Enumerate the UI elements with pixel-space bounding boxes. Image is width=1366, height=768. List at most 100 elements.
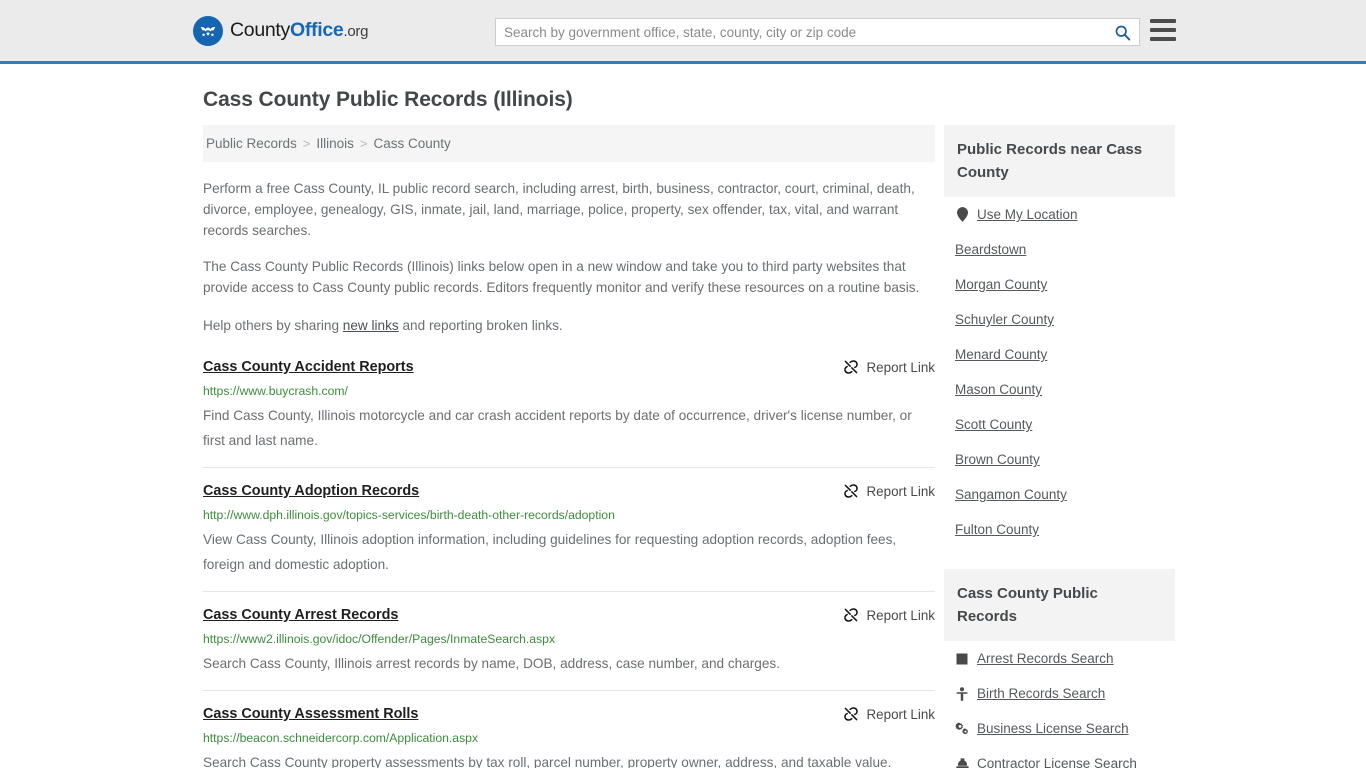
broken-link-icon (843, 707, 858, 721)
record-header: Cass County Assessment Rolls Report Link (203, 705, 935, 723)
eagle-shield-logo-icon (193, 15, 223, 46)
sidebar-link-sangamon-county[interactable]: Sangamon County (955, 487, 1067, 502)
logo-wordmark: CountyOffice.org (230, 19, 368, 42)
hamburger-bar (1150, 28, 1176, 32)
site-logo[interactable]: CountyOffice.org (193, 15, 368, 46)
help-suffix-text: and reporting broken links. (398, 318, 563, 333)
sidebar-item-contractor-license-search[interactable]: Contractor License Search (944, 746, 1175, 768)
record-item: Cass County Arrest Records Report Link h… (203, 591, 935, 690)
sidebar-item-arrest-records-search[interactable]: Arrest Records Search (944, 641, 1175, 676)
sidebar-item-fulton-county[interactable]: Fulton County (944, 512, 1175, 547)
record-header: Cass County Adoption Records Report Link (203, 482, 935, 500)
sidebar-item-morgan-county[interactable]: Morgan County (944, 267, 1175, 302)
sidebar-item-business-license-search[interactable]: Business License Search (944, 711, 1175, 746)
sidebar-item-beardstown[interactable]: Beardstown (944, 232, 1175, 267)
sidebar-county-records-section: Cass County Public Records Arrest Record… (944, 569, 1175, 768)
new-links-link[interactable]: new links (343, 318, 399, 333)
sidebar-link-brown-county[interactable]: Brown County (955, 452, 1040, 467)
sidebar-link-business-license-search[interactable]: Business License Search (977, 721, 1129, 736)
search-bar[interactable] (495, 18, 1140, 46)
record-description: View Cass County, Illinois adoption info… (203, 532, 897, 572)
record-item: Cass County Assessment Rolls Report Link… (203, 690, 935, 768)
broken-link-icon (843, 484, 858, 498)
record-header: Cass County Arrest Records Report Link (203, 606, 935, 624)
report-link-label: Report Link (866, 359, 935, 375)
sidebar-item-birth-records-search[interactable]: Birth Records Search (944, 676, 1175, 711)
help-share-line: Help others by sharing new links and rep… (203, 315, 935, 336)
report-link-button[interactable]: Report Link (843, 483, 935, 499)
sidebar-link-beardstown[interactable]: Beardstown (955, 242, 1026, 257)
sidebar-link-scott-county[interactable]: Scott County (955, 417, 1032, 432)
page-body: Cass County Public Records (Illinois) Pu… (0, 88, 1366, 768)
page-title: Cass County Public Records (Illinois) (203, 88, 573, 111)
sidebar-item-use-my-location[interactable]: Use My Location (944, 197, 1175, 232)
record-description: Search Cass County, Illinois arrest reco… (203, 656, 780, 671)
sidebar-link-fulton-county[interactable]: Fulton County (955, 522, 1039, 537)
sidebar-link-mason-county[interactable]: Mason County (955, 382, 1042, 397)
report-link-label: Report Link (866, 607, 935, 623)
sidebar-nearby-list: Use My Location Beardstown Morgan County… (944, 197, 1175, 547)
breadcrumb-item-cass-county[interactable]: Cass County (374, 136, 451, 151)
report-link-button[interactable]: Report Link (843, 607, 935, 623)
record-url-link[interactable]: https://www2.illinois.gov/idoc/Offender/… (203, 632, 935, 647)
broken-link-icon (843, 360, 858, 374)
map-pin-icon (955, 207, 969, 222)
record-description: Find Cass County, Illinois motorcycle an… (203, 408, 912, 448)
breadcrumb-separator: > (359, 136, 368, 151)
record-item: Cass County Adoption Records Report Link… (203, 467, 935, 591)
record-url-link[interactable]: https://www.buycrash.com/ (203, 384, 935, 399)
record-title-link[interactable]: Cass County Assessment Rolls (203, 705, 418, 723)
sidebar-item-menard-county[interactable]: Menard County (944, 337, 1175, 372)
sidebar-item-schuyler-county[interactable]: Schuyler County (944, 302, 1175, 337)
record-url-link[interactable]: https://beacon.schneidercorp.com/Applica… (203, 731, 935, 746)
sidebar-county-records-list: Arrest Records Search Birth Records Sear… (944, 641, 1175, 768)
report-link-button[interactable]: Report Link (843, 706, 935, 722)
report-link-label: Report Link (866, 706, 935, 722)
sidebar-item-mason-county[interactable]: Mason County (944, 372, 1175, 407)
sidebar-link-birth-records-search[interactable]: Birth Records Search (977, 686, 1105, 701)
sidebar-link-arrest-records-search[interactable]: Arrest Records Search (977, 651, 1114, 666)
sidebar-county-records-heading: Cass County Public Records (944, 569, 1175, 641)
hamburger-bar (1150, 37, 1176, 41)
sidebar-nearby-section: Public Records near Cass County Use My L… (944, 125, 1175, 547)
records-list: Cass County Accident Reports Report Link… (203, 358, 935, 768)
broken-link-icon (843, 608, 858, 622)
hard-hat-icon (955, 758, 969, 768)
cogs-icon (955, 722, 969, 735)
search-input[interactable] (496, 19, 1105, 45)
sidebar-link-schuyler-county[interactable]: Schuyler County (955, 312, 1054, 327)
report-link-button[interactable]: Report Link (843, 359, 935, 375)
search-icon (1115, 25, 1130, 40)
breadcrumb-item-illinois[interactable]: Illinois (316, 136, 354, 151)
report-link-label: Report Link (866, 483, 935, 499)
logo-text-county: County (230, 19, 290, 41)
record-title-link[interactable]: Cass County Adoption Records (203, 482, 419, 500)
sidebar-item-brown-county[interactable]: Brown County (944, 442, 1175, 477)
sidebar-nearby-heading: Public Records near Cass County (944, 125, 1175, 197)
site-header: CountyOffice.org (0, 0, 1366, 64)
intro-paragraph-1: Perform a free Cass County, IL public re… (203, 181, 915, 238)
record-description: Search Cass County property assessments … (203, 755, 892, 768)
sidebar-link-contractor-license-search[interactable]: Contractor License Search (977, 756, 1137, 768)
sidebar-item-sangamon-county[interactable]: Sangamon County (944, 477, 1175, 512)
record-url-link[interactable]: http://www.dph.illinois.gov/topics-servi… (203, 508, 935, 523)
record-item: Cass County Accident Reports Report Link… (203, 358, 935, 467)
child-icon (955, 686, 969, 701)
record-title-link[interactable]: Cass County Arrest Records (203, 606, 398, 624)
record-title-link[interactable]: Cass County Accident Reports (203, 358, 414, 376)
sidebar-link-use-my-location[interactable]: Use My Location (977, 207, 1078, 222)
breadcrumb: Public Records > Illinois > Cass County (203, 125, 935, 162)
main-content: Public Records > Illinois > Cass County … (203, 125, 935, 768)
content-columns: Public Records > Illinois > Cass County … (203, 125, 1175, 768)
sidebar-item-scott-county[interactable]: Scott County (944, 407, 1175, 442)
record-header: Cass County Accident Reports Report Link (203, 358, 935, 376)
breadcrumb-item-public-records[interactable]: Public Records (206, 136, 297, 151)
search-button[interactable] (1105, 19, 1139, 45)
hamburger-menu-icon[interactable] (1150, 19, 1176, 41)
logo-text-org: .org (343, 23, 369, 40)
sidebar-link-menard-county[interactable]: Menard County (955, 347, 1047, 362)
intro-paragraph-2: The Cass County Public Records (Illinois… (203, 259, 920, 295)
logo-text-office: Office (290, 19, 344, 41)
sidebar: Public Records near Cass County Use My L… (944, 125, 1175, 768)
sidebar-link-morgan-county[interactable]: Morgan County (955, 277, 1047, 292)
